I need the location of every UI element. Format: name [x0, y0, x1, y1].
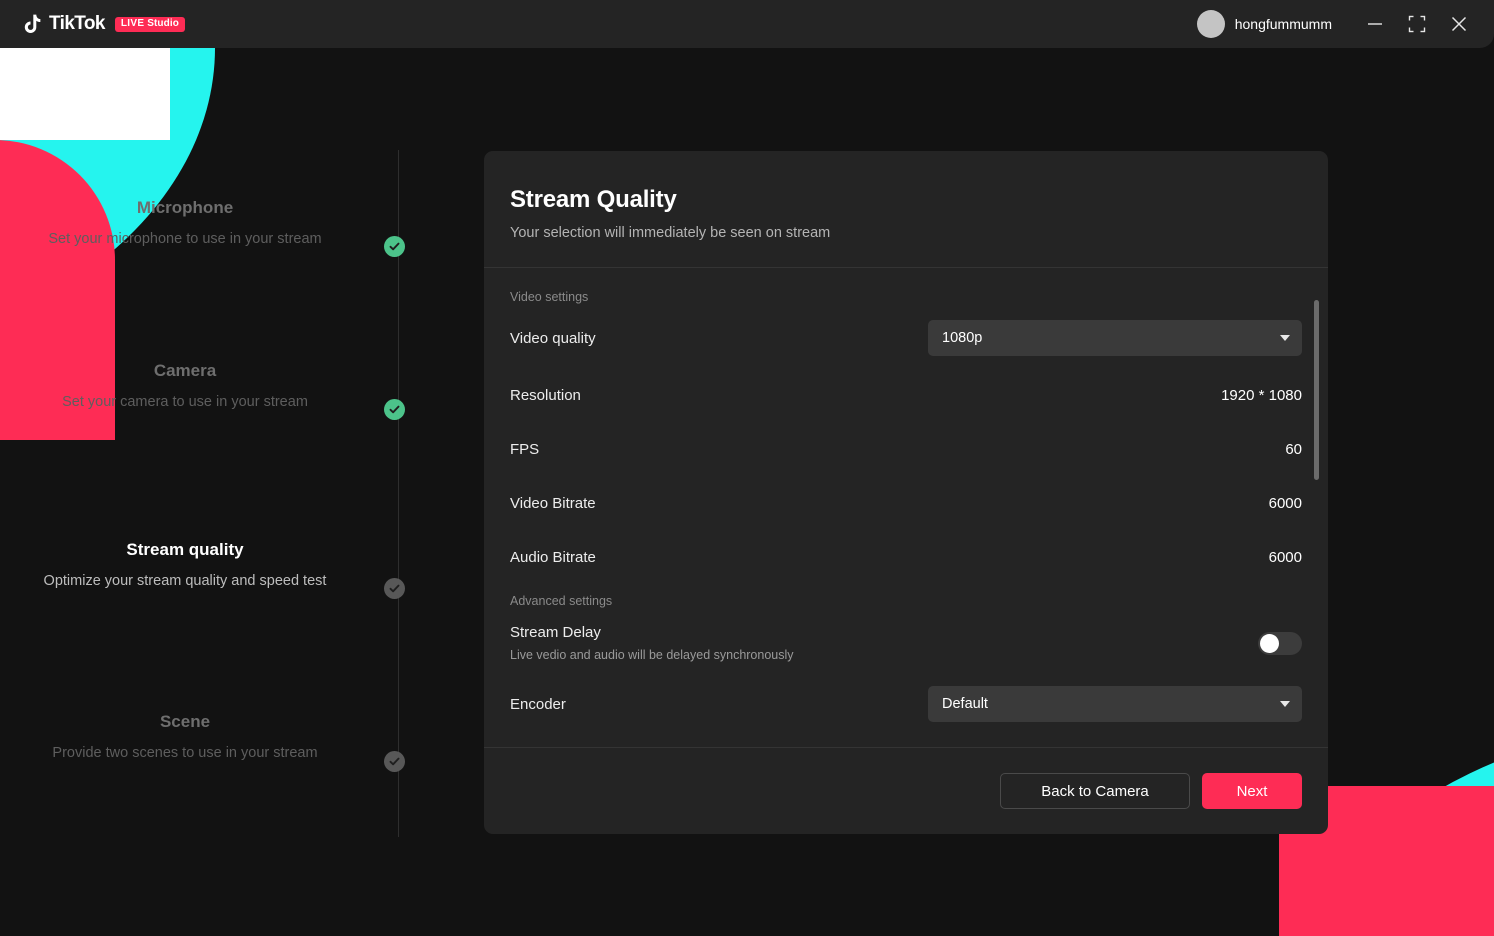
toggle-knob — [1260, 634, 1279, 653]
minimize-button[interactable] — [1354, 4, 1396, 44]
avatar — [1197, 10, 1225, 38]
sidebar-step-microphone[interactable]: Microphone Set your microphone to use in… — [0, 198, 420, 251]
brand-wordmark: TikTok — [49, 13, 105, 35]
stream-delay-toggle[interactable] — [1258, 632, 1302, 655]
chevron-down-icon — [1280, 335, 1290, 341]
row-label: Resolution — [510, 387, 581, 404]
settings-scroll-area[interactable]: Video settings Video quality 1080p Resol… — [484, 268, 1328, 747]
row-video-bitrate: Video Bitrate 6000 — [510, 476, 1302, 530]
badge-studio-text: Studio — [147, 18, 179, 29]
row-label: FPS — [510, 441, 539, 458]
select-value: 1080p — [942, 330, 982, 346]
row-label: Stream Delay — [510, 624, 794, 641]
maximize-button[interactable] — [1396, 4, 1438, 44]
row-value: 6000 — [1269, 495, 1302, 512]
step-title: Stream quality — [0, 540, 370, 560]
step-desc: Provide two scenes to use in your stream — [0, 742, 370, 765]
row-label: Video quality — [510, 330, 596, 347]
step-desc: Optimize your stream quality and speed t… — [0, 570, 370, 593]
section-label-advanced-settings: Advanced settings — [510, 584, 1302, 612]
video-quality-select[interactable]: 1080p — [928, 320, 1302, 356]
chevron-down-icon — [1280, 701, 1290, 707]
step-check-icon-scene — [384, 751, 405, 772]
titlebar-right-controls: hongfummumm — [1197, 4, 1494, 44]
title-bar: TikTok LIVE Studio hongfummumm — [0, 0, 1494, 48]
row-value: 6000 — [1269, 549, 1302, 566]
badge-live-text: LIVE — [121, 18, 144, 29]
row-stream-delay: Stream Delay Live vedio and audio will b… — [510, 612, 1302, 674]
app-logo: TikTok LIVE Studio — [24, 13, 185, 35]
row-audio-bitrate: Audio Bitrate 6000 — [510, 530, 1302, 584]
section-label-video-settings: Video settings — [510, 268, 1302, 308]
user-account-chip[interactable]: hongfummumm — [1197, 10, 1332, 38]
row-value: 1920 * 1080 — [1221, 387, 1302, 404]
next-button[interactable]: Next — [1202, 773, 1302, 809]
sidebar-step-scene[interactable]: Scene Provide two scenes to use in your … — [0, 712, 420, 765]
row-label: Audio Bitrate — [510, 549, 596, 566]
panel-header: Stream Quality Your selection will immed… — [484, 151, 1328, 267]
row-fps: FPS 60 — [510, 422, 1302, 476]
row-encoder: Encoder Default — [510, 674, 1302, 734]
row-label: Encoder — [510, 696, 566, 713]
step-check-icon-stream-quality — [384, 578, 405, 599]
panel-footer: Back to Camera Next — [484, 747, 1328, 834]
encoder-select[interactable]: Default — [928, 686, 1302, 722]
row-description: Live vedio and audio will be delayed syn… — [510, 648, 794, 662]
decor-bottom-right-white-block — [1324, 841, 1494, 936]
scrollbar-thumb[interactable] — [1314, 300, 1319, 480]
username-label: hongfummumm — [1235, 16, 1332, 32]
sidebar-step-camera[interactable]: Camera Set your camera to use in your st… — [0, 361, 420, 414]
stream-delay-texts: Stream Delay Live vedio and audio will b… — [510, 624, 794, 662]
step-desc: Set your camera to use in your stream — [0, 391, 370, 414]
row-value: 60 — [1285, 441, 1302, 458]
live-studio-badge: LIVE Studio — [115, 17, 185, 32]
sidebar-step-stream-quality[interactable]: Stream quality Optimize your stream qual… — [0, 540, 420, 593]
select-value: Default — [942, 696, 988, 712]
settings-scrollbar[interactable] — [1314, 280, 1319, 740]
back-to-camera-button[interactable]: Back to Camera — [1000, 773, 1190, 809]
step-title: Microphone — [0, 198, 370, 218]
step-check-icon-camera — [384, 399, 405, 420]
page-subtitle: Your selection will immediately be seen … — [510, 225, 1302, 241]
page-title: Stream Quality — [510, 186, 1302, 214]
stream-quality-panel: Stream Quality Your selection will immed… — [484, 151, 1328, 834]
row-label: Video Bitrate — [510, 495, 596, 512]
step-desc: Set your microphone to use in your strea… — [0, 228, 370, 251]
row-video-quality: Video quality 1080p — [510, 308, 1302, 368]
step-title: Camera — [0, 361, 370, 381]
close-button[interactable] — [1438, 4, 1480, 44]
app-root: TikTok LIVE Studio hongfummumm — [0, 0, 1494, 936]
step-check-icon-microphone — [384, 236, 405, 257]
tiktok-note-icon — [24, 14, 42, 34]
row-resolution: Resolution 1920 * 1080 — [510, 368, 1302, 422]
setup-stepper: Microphone Set your microphone to use in… — [0, 48, 420, 936]
step-title: Scene — [0, 712, 370, 732]
